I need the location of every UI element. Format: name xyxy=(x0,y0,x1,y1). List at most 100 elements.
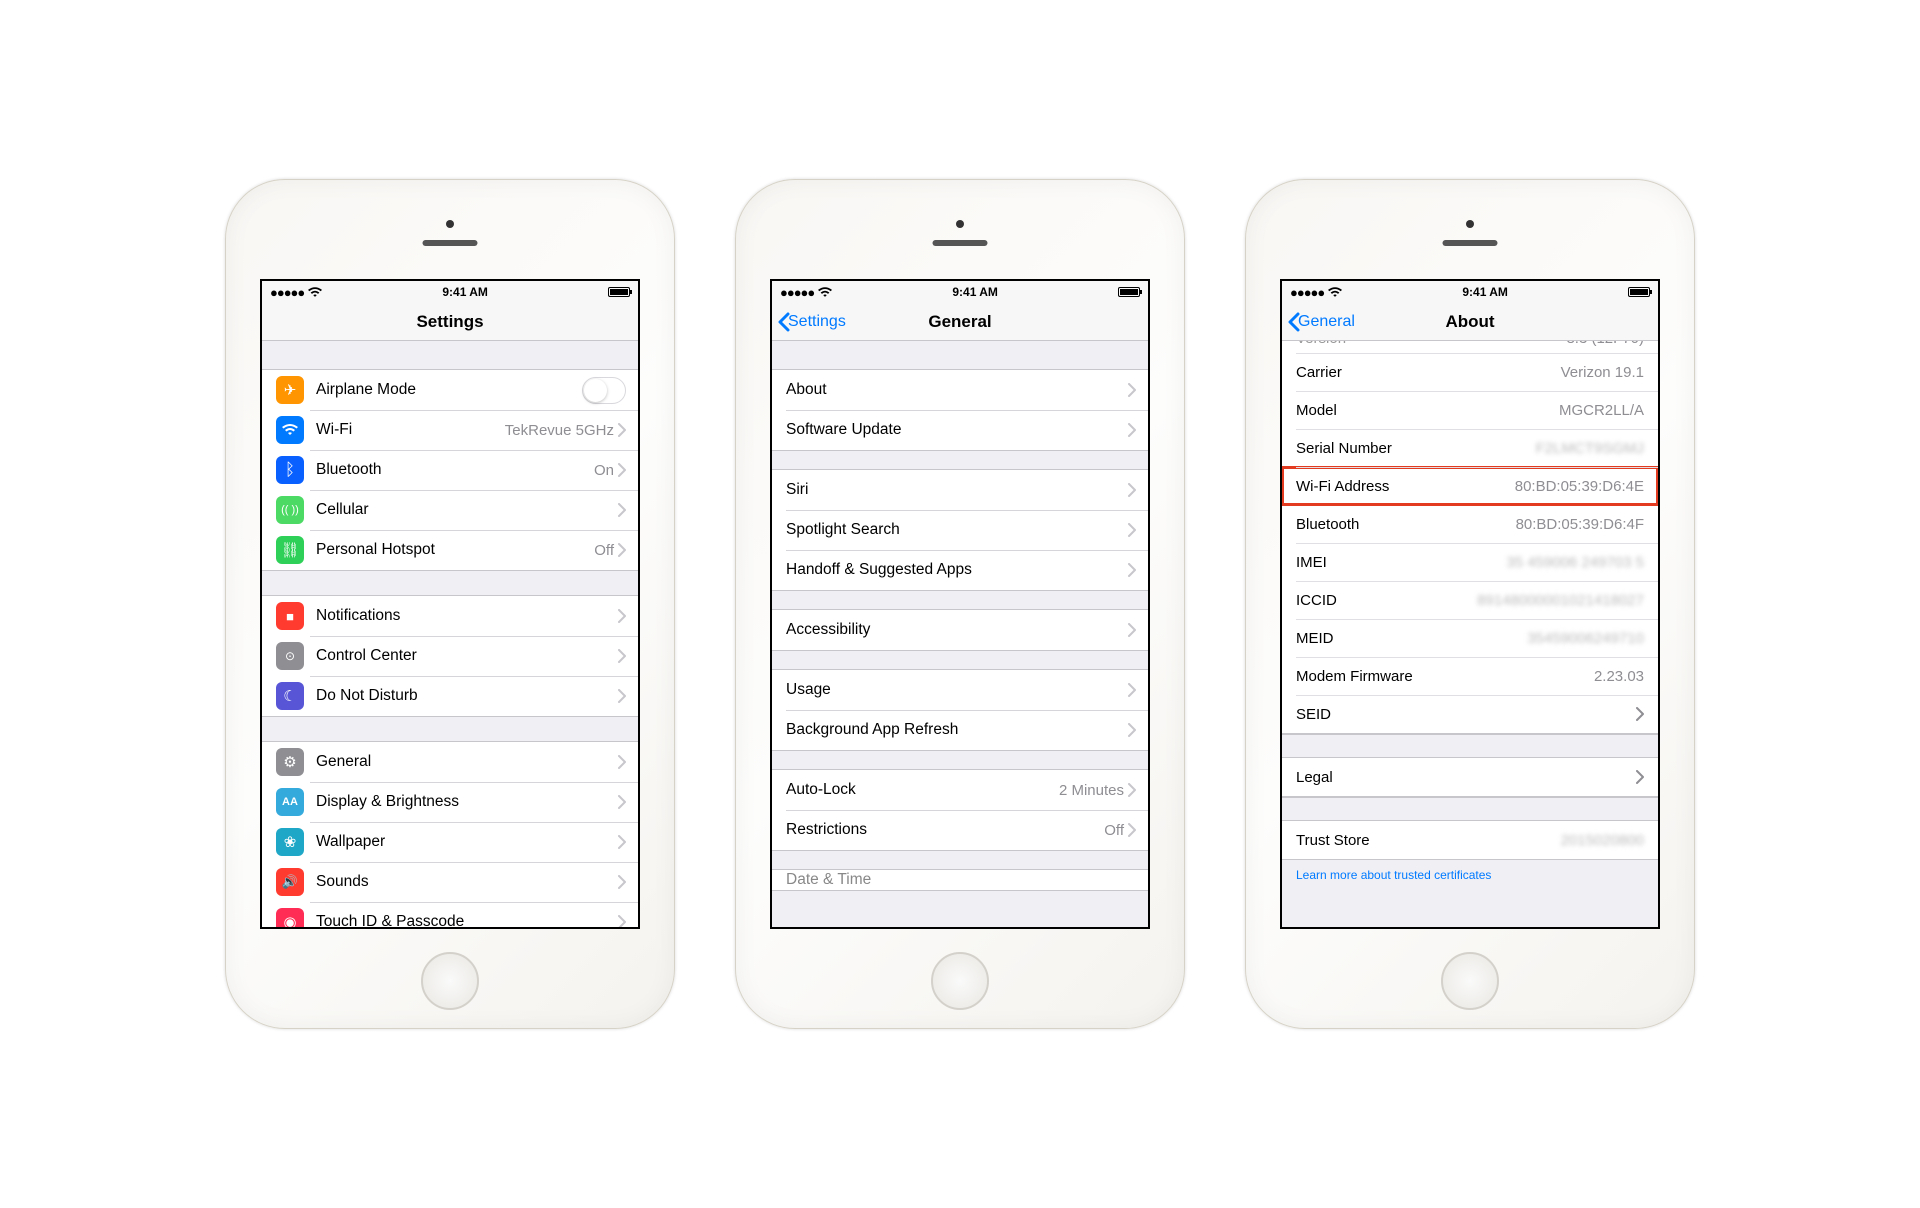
row-value-blurred: 2015020800 xyxy=(1561,832,1644,849)
row-value: On xyxy=(594,462,614,479)
row-notifications[interactable]: ■ Notifications xyxy=(262,596,638,636)
row-do-not-disturb[interactable]: ☾ Do Not Disturb xyxy=(262,676,638,716)
row-modem-firmware[interactable]: Modem Firmware2.23.03 xyxy=(1282,657,1658,695)
row-label: Date & Time xyxy=(786,871,1134,889)
row-label: Bluetooth xyxy=(1296,516,1359,533)
about-list: Version8.3 (12F70) CarrierVerizon 19.1 M… xyxy=(1282,341,1658,927)
back-button[interactable]: Settings xyxy=(778,303,846,340)
row-value: Off xyxy=(1104,822,1124,839)
row-wallpaper[interactable]: ❀ Wallpaper xyxy=(262,822,638,862)
row-label: Carrier xyxy=(1296,364,1342,381)
row-meid[interactable]: MEID 35459006249710 xyxy=(1282,619,1658,657)
row-label: Accessibility xyxy=(786,621,1128,639)
row-touch-id-passcode[interactable]: ◉ Touch ID & Passcode xyxy=(262,902,638,927)
row-bluetooth[interactable]: ᛒ Bluetooth On xyxy=(262,450,638,490)
row-label: Trust Store xyxy=(1296,832,1370,849)
row-imei[interactable]: IMEI 35 459006 249703 5 xyxy=(1282,543,1658,581)
settings-list: ✈ Airplane Mode Wi-Fi TekRevue 5GHz ᛒ Bl… xyxy=(262,341,638,927)
general-list: About Software Update Siri Spotlight Sea… xyxy=(772,341,1148,927)
row-value-blurred: 35 459006 249703 5 xyxy=(1506,554,1644,571)
row-label: Legal xyxy=(1296,769,1333,786)
row-background-app-refresh[interactable]: Background App Refresh xyxy=(772,710,1148,750)
row-iccid[interactable]: ICCID89148000001021418027 xyxy=(1282,581,1658,619)
back-label: General xyxy=(1298,313,1355,331)
row-carrier[interactable]: CarrierVerizon 19.1 xyxy=(1282,353,1658,391)
row-label: SEID xyxy=(1296,706,1331,723)
status-bar: ●●●●● 9:41 AM xyxy=(1282,281,1658,303)
row-display-brightness[interactable]: AA Display & Brightness xyxy=(262,782,638,822)
nav-bar: Settings General xyxy=(772,303,1148,341)
battery-icon xyxy=(1118,287,1140,297)
back-button[interactable]: General xyxy=(1288,303,1355,340)
row-auto-lock[interactable]: Auto-Lock2 Minutes xyxy=(772,770,1148,810)
row-trust-store[interactable]: Trust Store 2015020800 xyxy=(1282,821,1658,859)
row-personal-hotspot[interactable]: ⛓ Personal Hotspot Off xyxy=(262,530,638,570)
gear-icon: ⚙ xyxy=(276,748,304,776)
screen-settings: ●●●●● 9:41 AM Settings ✈ Airplane Mode W… xyxy=(260,279,640,929)
row-legal[interactable]: Legal xyxy=(1282,758,1658,796)
chevron-right-icon xyxy=(1128,623,1136,637)
status-time: 9:41 AM xyxy=(1462,285,1508,299)
row-general[interactable]: ⚙ General xyxy=(262,742,638,782)
chevron-right-icon xyxy=(1128,483,1136,497)
row-label: Display & Brightness xyxy=(316,793,618,811)
chevron-right-icon xyxy=(618,835,626,849)
screen-general: ●●●●● 9:41 AM Settings General About Sof… xyxy=(770,279,1150,929)
row-version[interactable]: Version8.3 (12F70) xyxy=(1282,341,1658,353)
chevron-right-icon xyxy=(1636,707,1644,721)
chevron-right-icon xyxy=(618,915,626,927)
row-airplane-mode[interactable]: ✈ Airplane Mode xyxy=(262,370,638,410)
row-value-blurred: F2LMCT9SGMJ xyxy=(1536,440,1644,457)
row-control-center[interactable]: ⊙ Control Center xyxy=(262,636,638,676)
row-value: 80:BD:05:39:D6:4E xyxy=(1515,478,1644,495)
row-cellular[interactable]: (( )) Cellular xyxy=(262,490,638,530)
row-value: 2 Minutes xyxy=(1059,782,1124,799)
chevron-right-icon xyxy=(1128,823,1136,837)
row-serial-number[interactable]: Serial NumberF2LMCT9SGMJ xyxy=(1282,429,1658,467)
row-wifi[interactable]: Wi-Fi TekRevue 5GHz xyxy=(262,410,638,450)
wifi-icon xyxy=(308,287,322,298)
row-restrictions[interactable]: RestrictionsOff xyxy=(772,810,1148,850)
home-button[interactable] xyxy=(1441,952,1499,1010)
status-bar: ●●●●● 9:41 AM xyxy=(262,281,638,303)
chevron-right-icon xyxy=(618,503,626,517)
home-button[interactable] xyxy=(931,952,989,1010)
row-seid[interactable]: SEID xyxy=(1282,695,1658,733)
trust-store-link[interactable]: Learn more about trusted certificates xyxy=(1282,860,1658,890)
row-spotlight[interactable]: Spotlight Search xyxy=(772,510,1148,550)
row-label: MEID xyxy=(1296,630,1334,647)
chevron-right-icon xyxy=(618,689,626,703)
row-label: Restrictions xyxy=(786,821,1104,839)
chevron-right-icon xyxy=(1128,723,1136,737)
row-wifi-address[interactable]: Wi-Fi Address 80:BD:05:39:D6:4E xyxy=(1282,467,1658,505)
hotspot-icon: ⛓ xyxy=(276,536,304,564)
row-model[interactable]: ModelMGCR2LL/A xyxy=(1282,391,1658,429)
row-date-time[interactable]: Date & Time xyxy=(772,870,1148,890)
row-value: TekRevue 5GHz xyxy=(505,422,614,439)
signal-dots-icon: ●●●●● xyxy=(270,285,304,300)
chevron-right-icon xyxy=(618,795,626,809)
moon-icon: ☾ xyxy=(276,682,304,710)
row-value: Off xyxy=(594,542,614,559)
row-sounds[interactable]: 🔊 Sounds xyxy=(262,862,638,902)
nav-bar: Settings xyxy=(262,303,638,341)
row-handoff[interactable]: Handoff & Suggested Apps xyxy=(772,550,1148,590)
row-usage[interactable]: Usage xyxy=(772,670,1148,710)
row-value-blurred: 35459006249710 xyxy=(1527,630,1644,647)
battery-icon xyxy=(608,287,630,297)
row-about[interactable]: About xyxy=(772,370,1148,410)
row-label: About xyxy=(786,381,1128,399)
home-button[interactable] xyxy=(421,952,479,1010)
row-label: IMEI xyxy=(1296,554,1327,571)
row-label: Wi-Fi Address xyxy=(1296,478,1389,495)
row-accessibility[interactable]: Accessibility xyxy=(772,610,1148,650)
phone-about: ●●●●● 9:41 AM General About Version8.3 (… xyxy=(1245,179,1695,1029)
row-siri[interactable]: Siri xyxy=(772,470,1148,510)
row-bluetooth-address[interactable]: Bluetooth80:BD:05:39:D6:4F xyxy=(1282,505,1658,543)
row-label: Version xyxy=(1296,341,1346,347)
bluetooth-icon: ᛒ xyxy=(276,456,304,484)
airplane-toggle[interactable] xyxy=(582,377,626,404)
airplane-icon: ✈ xyxy=(276,376,304,404)
row-software-update[interactable]: Software Update xyxy=(772,410,1148,450)
row-label: Modem Firmware xyxy=(1296,668,1413,685)
